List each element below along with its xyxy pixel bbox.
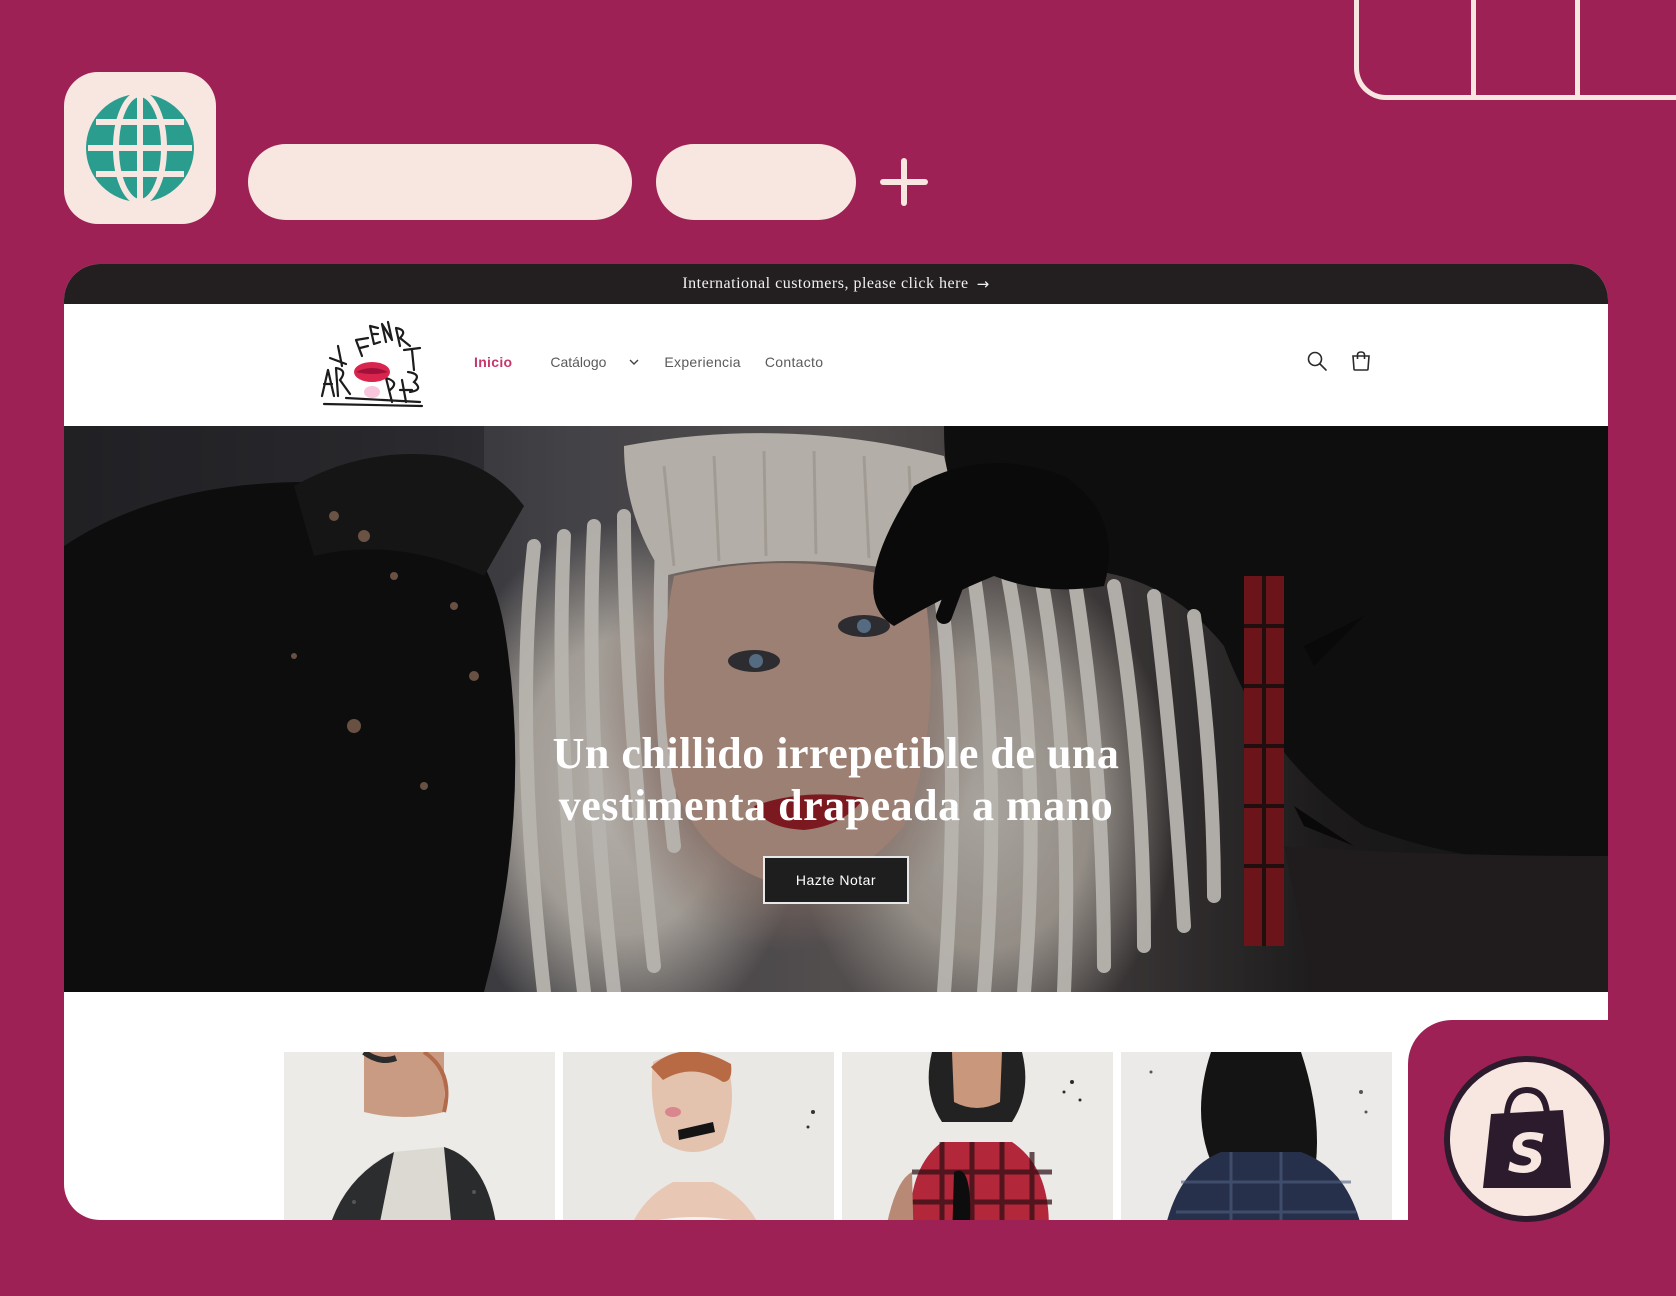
- browser-globe-tile[interactable]: [64, 72, 216, 224]
- hero-banner: Un chillido irrepetible de una vestiment…: [64, 426, 1608, 992]
- announcement-text[interactable]: International customers, please click he…: [682, 275, 968, 293]
- cart-icon[interactable]: [1350, 350, 1372, 372]
- new-tab-button[interactable]: [878, 156, 930, 208]
- window-controls: [1354, 0, 1676, 100]
- globe-icon: [86, 91, 194, 205]
- shopify-badge: S: [1444, 1056, 1610, 1222]
- hero-overlay: [64, 426, 1608, 992]
- site-logo[interactable]: [316, 318, 428, 410]
- shopify-bag-icon: S: [1483, 1086, 1571, 1188]
- main-nav: Inicio Catálogo Experiencia Contacto: [474, 354, 847, 370]
- nav-item-catalogo-label: Catálogo: [550, 354, 607, 370]
- site-header: Inicio Catálogo Experiencia Contacto: [64, 304, 1608, 426]
- announcement-bar[interactable]: International customers, please click he…: [64, 264, 1608, 304]
- nav-item-experiencia[interactable]: Experiencia: [664, 354, 740, 370]
- product-card[interactable]: [1121, 1052, 1392, 1220]
- nav-item-inicio[interactable]: Inicio: [474, 354, 512, 370]
- product-image-2: [563, 1052, 834, 1220]
- browser-viewport: International customers, please click he…: [64, 264, 1608, 1220]
- chevron-down-icon: [629, 359, 639, 365]
- plus-icon: [880, 158, 928, 206]
- browser-tab[interactable]: [248, 144, 632, 220]
- product-image-3: [842, 1052, 1113, 1220]
- header-actions: [1306, 350, 1372, 372]
- logo-graphic: [320, 320, 424, 408]
- nav-item-contacto[interactable]: Contacto: [765, 354, 823, 370]
- product-card[interactable]: [563, 1052, 834, 1220]
- product-card[interactable]: [284, 1052, 555, 1220]
- browser-tab[interactable]: [656, 144, 856, 220]
- product-image-1: [284, 1052, 555, 1220]
- product-image-4: [1121, 1052, 1392, 1220]
- search-icon[interactable]: [1306, 350, 1328, 372]
- hero-cta-button[interactable]: Hazte Notar: [763, 856, 909, 904]
- window-control-divider: [1575, 0, 1580, 95]
- product-grid: [284, 1052, 1392, 1220]
- product-card[interactable]: [842, 1052, 1113, 1220]
- hero-content: Un chillido irrepetible de una vestiment…: [64, 728, 1608, 904]
- shopify-letter: S: [1508, 1122, 1547, 1185]
- nav-item-catalogo[interactable]: Catálogo: [550, 354, 640, 370]
- arrow-right-icon: →: [976, 275, 990, 293]
- hero-title: Un chillido irrepetible de una vestiment…: [552, 729, 1120, 830]
- window-control-divider: [1471, 0, 1476, 95]
